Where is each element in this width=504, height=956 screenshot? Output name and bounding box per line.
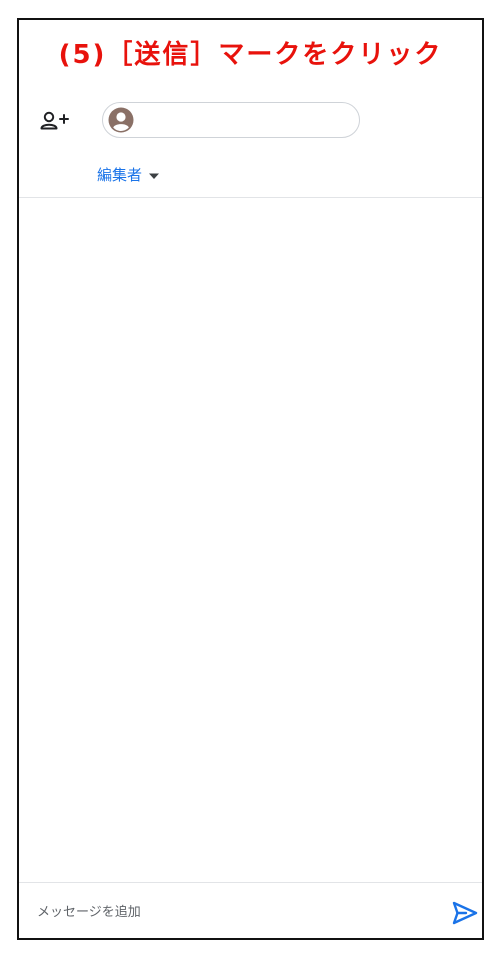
recipient-input[interactable] [102, 102, 360, 138]
share-dialog: (5)［送信］マークをクリック 編集者 [17, 18, 484, 940]
instruction-caption: (5)［送信］マークをクリック [58, 40, 443, 70]
caret-down-icon [148, 165, 160, 184]
role-dropdown[interactable]: 編集者 [97, 163, 160, 185]
person-add-icon[interactable] [39, 109, 69, 133]
send-button[interactable] [451, 900, 479, 926]
footer-divider [19, 882, 482, 883]
send-icon [451, 901, 479, 930]
message-input[interactable] [37, 892, 417, 932]
account-circle-icon [108, 107, 134, 133]
dialog-body [19, 198, 482, 882]
role-dropdown-label: 編集者 [97, 165, 143, 184]
